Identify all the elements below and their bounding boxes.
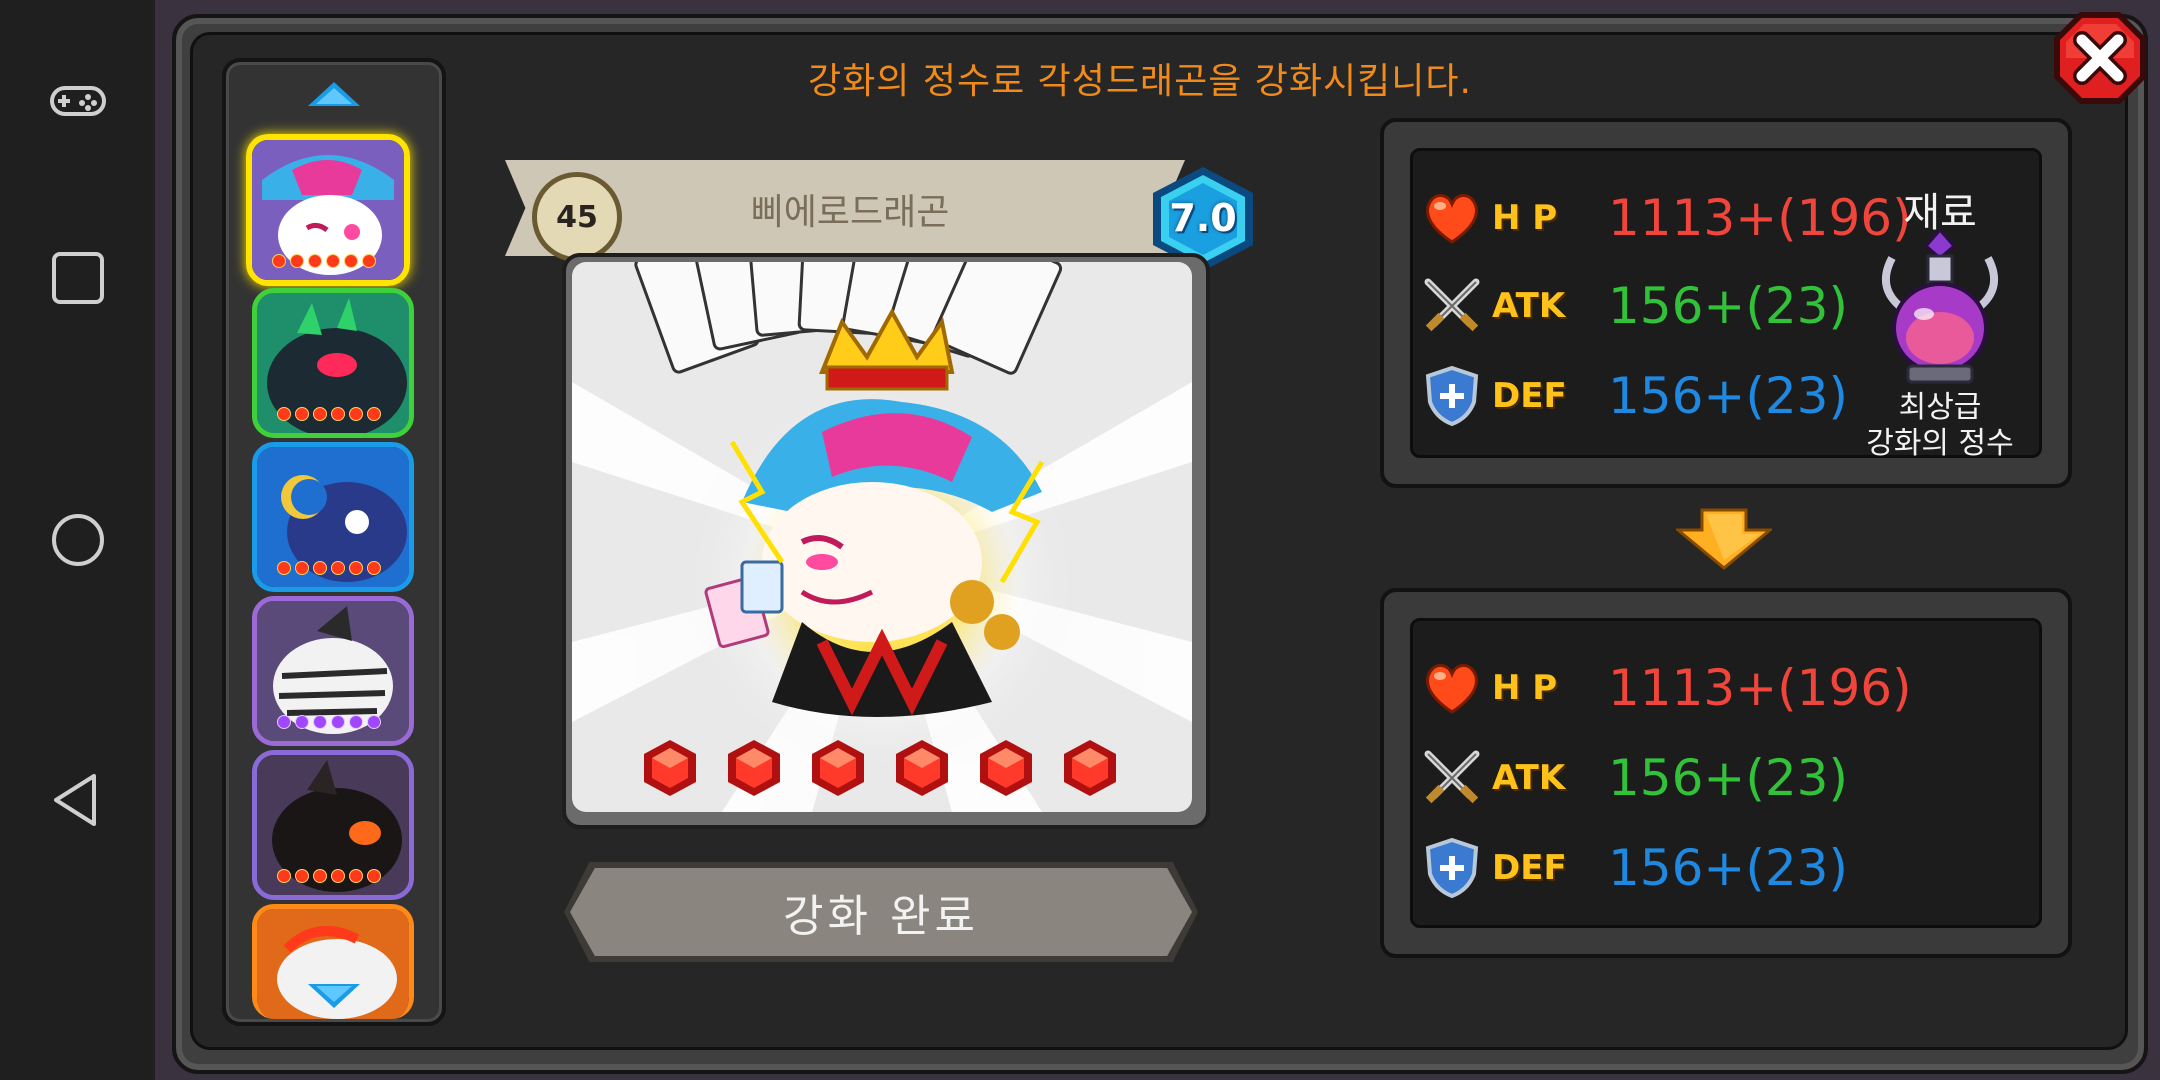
dragon-slot-black-fire[interactable] <box>252 750 414 900</box>
upgrade-complete-button[interactable]: 강화 완료 <box>570 868 1192 956</box>
level-badge: 45 <box>532 172 622 262</box>
red-hexagon-gem-icon <box>896 740 948 796</box>
red-hexagon-gem-icon <box>728 740 780 796</box>
material-name-line1: 최상급 <box>1898 390 1982 425</box>
hp-value: 1113+(196) <box>1608 659 1912 717</box>
close-x-icon <box>2054 12 2146 104</box>
recent-apps-square-icon[interactable] <box>40 240 116 316</box>
atk-row-before: ATK 156+(23) <box>1420 270 1848 342</box>
grade-value: 7.0 <box>1169 196 1237 240</box>
hp-row-after: H P 1113+(196) <box>1420 652 1912 724</box>
material-name: 최상급 강화의 정수 <box>1850 390 2030 462</box>
down-arrow-icon <box>1676 508 1772 570</box>
home-circle-icon[interactable] <box>40 502 116 578</box>
upgrade-gems <box>640 738 1120 798</box>
close-button[interactable] <box>2050 8 2150 108</box>
dragon-slot-mummy[interactable] <box>252 596 414 746</box>
dragon-list-panel[interactable] <box>222 58 446 1026</box>
heart-icon <box>1426 194 1478 244</box>
red-hexagon-gem-icon <box>812 740 864 796</box>
atk-value: 156+(23) <box>1608 749 1848 807</box>
red-hexagon-gem-icon <box>644 740 696 796</box>
def-value: 156+(23) <box>1608 367 1848 425</box>
crossed-swords-icon <box>1424 278 1480 332</box>
def-label: DEF <box>1492 848 1567 888</box>
scroll-up-arrow-icon[interactable] <box>306 80 362 108</box>
essence-potion-icon <box>1881 228 1999 384</box>
def-row-before: DEF 156+(23) <box>1420 360 1848 432</box>
atk-label: ATK <box>1492 758 1566 798</box>
dragon-slot-blue-moon[interactable] <box>252 442 414 592</box>
star-rating <box>277 869 381 883</box>
heart-icon <box>1426 664 1478 714</box>
def-label: DEF <box>1492 376 1567 416</box>
atk-row-after: ATK 156+(23) <box>1420 742 1848 814</box>
dragon-portrait <box>572 262 1192 812</box>
def-value: 156+(23) <box>1608 839 1848 897</box>
dragon-slot-pierrot[interactable] <box>246 134 410 286</box>
atk-label: ATK <box>1492 286 1566 326</box>
star-rating <box>277 407 381 421</box>
pierrot-dragon-illustration-icon <box>572 262 1192 812</box>
dialog-title: 강화의 정수로 각성드래곤을 강화시킵니다. <box>808 61 1472 102</box>
shield-icon <box>1425 365 1479 427</box>
red-hexagon-gem-icon <box>1064 740 1116 796</box>
gamepad-icon[interactable] <box>40 62 116 138</box>
hp-label: H P <box>1492 198 1558 238</box>
crossed-swords-icon <box>1424 750 1480 804</box>
hp-label: H P <box>1492 668 1558 708</box>
scroll-down-arrow-icon[interactable] <box>306 982 362 1010</box>
red-hexagon-gem-icon <box>980 740 1032 796</box>
back-triangle-icon[interactable] <box>40 762 116 838</box>
def-row-after: DEF 156+(23) <box>1420 832 1848 904</box>
system-nav-bar <box>0 0 155 1080</box>
star-rating <box>277 715 381 729</box>
hp-value: 1113+(196) <box>1608 189 1912 247</box>
dragon-name: 삐에로드래곤 <box>750 192 950 233</box>
atk-value: 156+(23) <box>1608 277 1848 335</box>
shield-icon <box>1425 837 1479 899</box>
material-name-line2: 강화의 정수 <box>1866 426 2014 461</box>
dragon-slot-dark-green[interactable] <box>252 288 414 438</box>
hp-row-before: H P 1113+(196) <box>1420 182 1912 254</box>
star-rating <box>277 561 381 575</box>
star-rating <box>272 254 376 268</box>
